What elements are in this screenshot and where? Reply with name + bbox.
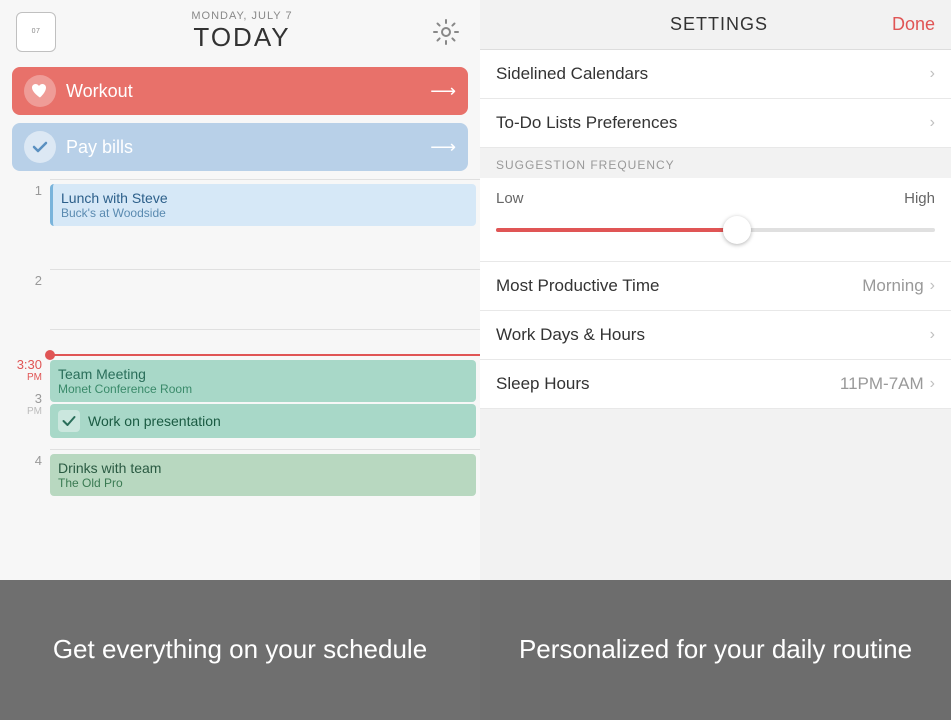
todo-presentation-label: Work on presentation [88,413,221,429]
gear-icon[interactable] [428,14,464,50]
workout-label: Workout [66,81,430,102]
left-header: 07 MONDAY, JULY 7 TODAY [0,0,480,59]
todo-work-presentation: Work on presentation [50,404,476,438]
task-bars: Workout ⟶ Pay bills ⟶ [0,59,480,179]
slider-thumb[interactable] [723,216,751,244]
most-productive-time-item[interactable]: Most Productive Time Morning › [480,262,951,311]
paybills-label: Pay bills [66,137,430,158]
left-bottom-overlay: Get everything on your schedule [0,580,480,720]
right-bottom-overlay: Personalized for your daily routine [480,580,951,720]
calendar-icon[interactable]: 07 [16,12,56,52]
slider-high-label: High [904,190,935,207]
slider-low-label: Low [496,190,524,207]
slider-labels: Low High [496,190,935,207]
slider-section: Low High [480,178,951,262]
work-days-hours-item[interactable]: Work Days & Hours › [480,311,951,360]
event-drinks-sub: The Old Pro [58,476,468,490]
right-panel: SETTINGS Done Sidelined Calendars › To-D… [480,0,951,720]
event-lunch: Lunch with Steve Buck's at Woodside [50,184,476,226]
calendar-body: 1 Lunch with Steve Buck's at Woodside 2 [0,179,480,529]
sleep-hours-value: 11PM-7AM [840,374,924,394]
settings-list-2: Most Productive Time Morning › Work Days… [480,262,951,409]
event-team-meeting: Team Meeting Monet Conference Room [50,360,476,402]
workout-task-bar[interactable]: Workout ⟶ [12,67,468,115]
current-time-dot [45,350,55,360]
event-drinks: Drinks with team The Old Pro [50,454,476,496]
todo-preferences-item[interactable]: To-Do Lists Preferences › [480,99,951,148]
time-4: 4 [0,449,50,468]
date-label: MONDAY, JULY 7 [191,10,292,22]
paybills-task-bar[interactable]: Pay bills ⟶ [12,123,468,171]
paybills-arrow: ⟶ [430,137,456,158]
settings-list-1: Sidelined Calendars › To-Do Lists Prefer… [480,50,951,148]
slider-fill [496,228,746,232]
sleep-hours-label: Sleep Hours [496,374,840,394]
event-drinks-title: Drinks with team [58,460,468,476]
header-center: MONDAY, JULY 7 TODAY [191,10,292,53]
workout-arrow: ⟶ [430,81,456,102]
team-meeting-sub: Monet Conference Room [58,382,468,396]
today-label: TODAY [191,22,292,53]
todo-preferences-label: To-Do Lists Preferences [496,113,930,133]
done-button[interactable]: Done [892,14,935,35]
event-lunch-title: Lunch with Steve [61,190,468,206]
settings-header: SETTINGS Done [480,0,951,50]
right-bottom-text: Personalized for your daily routine [499,633,932,667]
sleep-hours-item[interactable]: Sleep Hours 11PM-7AM › [480,360,951,409]
sidelined-calendars-item[interactable]: Sidelined Calendars › [480,50,951,99]
most-productive-value: Morning [862,276,923,296]
todo-preferences-chevron: › [930,114,935,132]
sidelined-calendars-label: Sidelined Calendars [496,64,930,84]
left-bottom-text: Get everything on your schedule [33,633,447,667]
left-panel: 07 MONDAY, JULY 7 TODAY W [0,0,480,720]
work-days-label: Work Days & Hours [496,325,930,345]
settings-title: SETTINGS [670,14,768,35]
most-productive-chevron: › [930,277,935,295]
time-2: 2 [0,269,50,288]
current-time-line [50,354,480,356]
paybills-icon [24,131,56,163]
workout-icon [24,75,56,107]
todo-check-icon [58,410,80,432]
most-productive-label: Most Productive Time [496,276,862,296]
team-meeting-title: Team Meeting [58,366,468,382]
event-lunch-sub: Buck's at Woodside [61,206,468,220]
cal-month-label: 07 [32,28,41,35]
slider-track[interactable] [496,215,935,245]
sleep-hours-chevron: › [930,375,935,393]
suggestion-frequency-header: SUGGESTION FREQUENCY [480,148,951,178]
work-days-chevron: › [930,326,935,344]
time-3: 3:30 PM 3 PM [0,329,50,417]
sidelined-calendars-chevron: › [930,65,935,83]
time-1: 1 [0,179,50,198]
